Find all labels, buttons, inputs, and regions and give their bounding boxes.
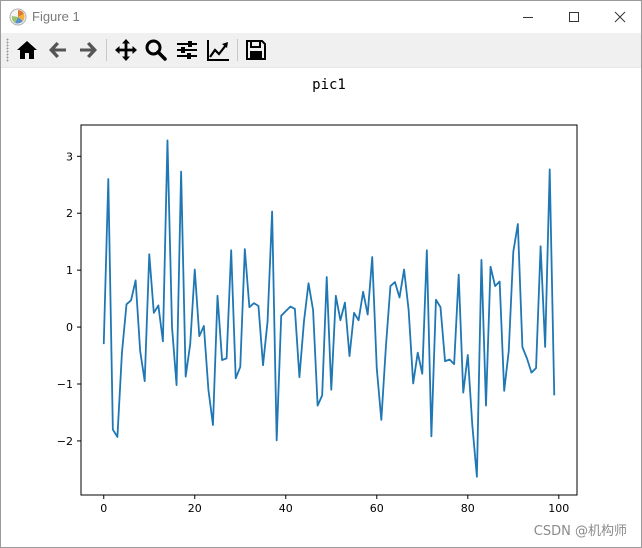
x-tick-label: 100 [548,502,569,515]
navigation-toolbar [1,33,641,68]
close-button[interactable] [597,1,642,33]
forward-arrow-icon [80,42,97,58]
x-tick-label: 0 [100,502,107,515]
toolbar-separator [106,39,107,61]
forward-button[interactable] [74,37,102,63]
line-chart: pic1 0 20 40 60 80 100 −2 −1 0 1 2 3 [57,77,578,515]
y-tick-label: 1 [66,264,73,277]
toolbar-grip[interactable] [6,38,9,62]
zoom-button[interactable] [142,37,170,63]
x-tick-label: 20 [188,502,202,515]
figure-window: Figure 1 pic1 0 20 40 60 80 100 −2 −1 0 … [0,0,642,548]
x-tick-label: 80 [461,502,475,515]
home-icon [17,41,37,59]
close-icon [614,11,626,23]
chart-title: pic1 [312,77,346,93]
series-line [102,139,556,478]
y-tick-label: 2 [66,207,73,220]
maximize-button[interactable] [551,1,597,33]
edit-axis-button[interactable] [204,37,232,63]
title-bar[interactable]: Figure 1 [1,1,641,33]
y-tick-label: −2 [57,435,73,448]
figure-canvas[interactable]: pic1 0 20 40 60 80 100 −2 −1 0 1 2 3 CSDN @机构师 [1,68,641,547]
pan-icon [115,39,137,61]
edit-axis-icon [207,40,229,61]
y-tick-label: 0 [66,321,73,334]
zoom-icon [145,39,167,61]
save-button[interactable] [242,37,270,63]
maximize-icon [569,12,579,22]
toolbar-separator [237,39,238,61]
subplots-config-icon [177,41,197,59]
watermark-text: CSDN @机构师 [533,524,627,539]
window-title: Figure 1 [32,9,80,24]
configure-subplots-button[interactable] [173,37,201,63]
back-button[interactable] [44,37,72,63]
back-arrow-icon [49,42,66,58]
pan-button[interactable] [112,37,140,63]
y-tick-label: −1 [57,378,73,391]
matplotlib-logo-icon [9,8,27,26]
y-tick-label: 3 [66,150,73,163]
minimize-button[interactable] [505,1,551,33]
x-tick-label: 40 [279,502,293,515]
home-button[interactable] [13,37,41,63]
save-icon [246,40,266,60]
minimize-icon [523,17,533,18]
x-tick-label: 60 [370,502,384,515]
